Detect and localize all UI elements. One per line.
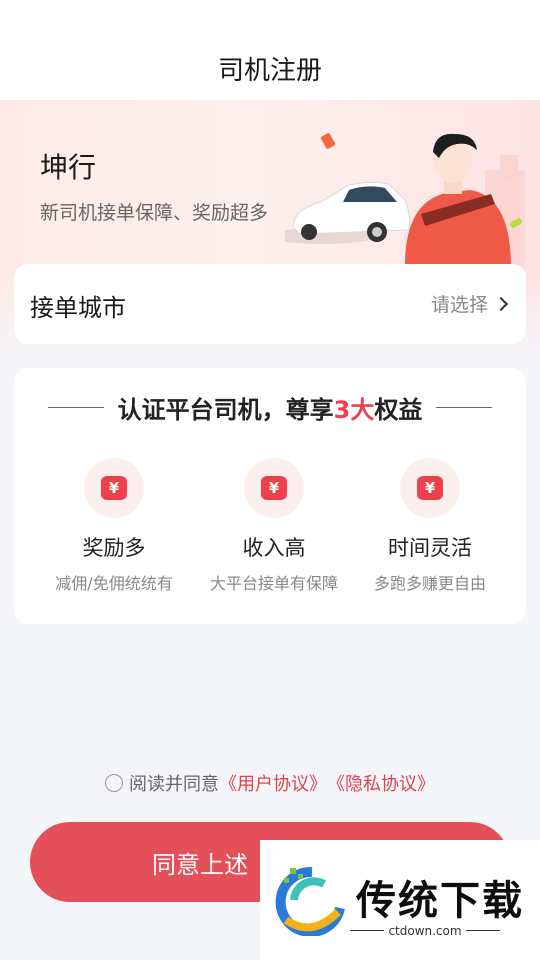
page-header: 司机注册 [0,0,540,100]
driver-car-illustration [285,133,525,265]
benefit-desc: 多跑多赚更自由 [373,574,486,593]
user-agreement-link[interactable]: 《用户协议》 [219,770,327,796]
yuan-coupon-icon: ¥ [261,476,287,500]
watermark-overlay: 传统下载 ctdown.com [260,840,540,960]
benefit-name: 时间灵活 [388,536,472,560]
agreement-prefix: 阅读并同意 [129,774,219,795]
watermark-name: 传统下载 [356,878,524,924]
city-select-row[interactable]: 接单城市 请选择 [14,264,526,344]
agreement-radio[interactable] [105,774,123,792]
benefit-icon-circle: ¥ [84,458,144,518]
brand-slogan: 新司机接单保障、奖励超多 [40,202,269,224]
benefit-icon-circle: ¥ [244,458,304,518]
privacy-agreement-link[interactable]: 《隐私协议》 [327,770,435,796]
city-select-placeholder: 请选择 [430,294,488,316]
city-select-trigger[interactable]: 请选择 [430,290,509,317]
watermark-logo-icon [275,866,345,936]
watermark-url: ctdown.com [350,924,500,938]
benefit-icon-circle: ¥ [400,458,460,518]
city-label: 接单城市 [30,294,126,322]
chevron-right-icon [493,296,509,311]
heading-highlight: 3大 [333,396,375,424]
benefits-heading: 认证平台司机，尊享3大权益 [14,390,526,425]
benefit-name: 奖励多 [82,536,146,560]
brand-name: 坤行 [40,151,97,184]
heading-prefix: 认证平台司机，尊享 [117,396,334,424]
benefits-card: 认证平台司机，尊享3大权益 ¥ 奖励多 减佣/免佣统统有 ¥ 收入高 大平台接单… [14,368,526,624]
benefit-item: ¥ 奖励多 减佣/免佣统统有 [29,458,199,594]
benefit-name: 收入高 [242,536,306,560]
benefit-desc: 大平台接单有保障 [209,574,338,593]
benefit-desc: 减佣/免佣统统有 [55,574,173,593]
watermark-url-text: ctdown.com [384,924,466,938]
yuan-coupon-icon: ¥ [101,476,127,500]
heading-suffix: 权益 [374,396,423,424]
yuan-coupon-icon: ¥ [417,476,443,500]
page-title: 司机注册 [217,56,322,86]
benefit-item: ¥ 收入高 大平台接单有保障 [189,458,359,594]
heading-divider-left [47,407,104,408]
agreement-row: 阅读并同意 《用户协议》 《隐私协议》 [0,770,540,796]
benefit-item: ¥ 时间灵活 多跑多赚更自由 [345,458,515,594]
heading-divider-right [436,407,493,408]
benefits-heading-text: 认证平台司机，尊享3大权益 [118,390,423,425]
